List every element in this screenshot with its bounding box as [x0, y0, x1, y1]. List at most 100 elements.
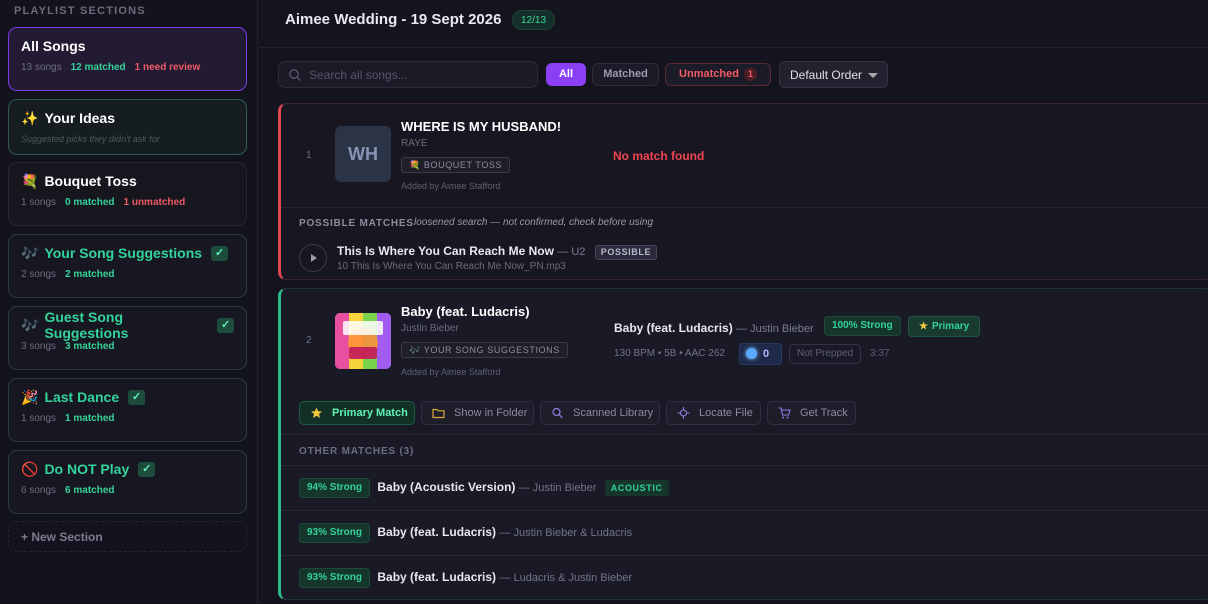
other-match-row[interactable]: 93% Strong Baby (feat. Ludacris) — Justi…	[299, 523, 632, 543]
added-by: Added by Aimee Stafford	[401, 181, 501, 191]
match-strength-badge: 93% Strong	[299, 568, 371, 588]
search-input[interactable]	[309, 65, 529, 85]
other-match-title: Baby (Acoustic Version)	[377, 480, 516, 495]
play-button[interactable]	[299, 244, 327, 272]
new-section-button[interactable]: + New Section	[8, 521, 247, 552]
section-your-ideas[interactable]: ✨ Your Ideas Suggested picks they didn't…	[8, 99, 247, 155]
section-tag: 💐 BOUQUET TOSS	[401, 157, 511, 173]
music-icon: 🎶	[21, 316, 39, 333]
party-icon: 🎉	[21, 388, 39, 405]
filter-unmatched-button[interactable]: Unmatched 1	[665, 63, 771, 86]
unmatched-count-badge: 1	[743, 68, 757, 81]
track-duration: 3:37	[870, 348, 890, 359]
scanned-library-button[interactable]: Scanned Library	[540, 401, 660, 425]
other-match-artist: — Ludacris & Justin Bieber	[499, 572, 633, 585]
primary-match-label: Primary Match	[332, 407, 408, 419]
cue-count: 0	[763, 348, 770, 360]
song-count: 3 songs	[21, 341, 57, 352]
song-card-unmatched[interactable]: 1 WH WHERE IS MY HUSBAND! RAYE 💐 BOUQUET…	[278, 103, 1208, 280]
sidebar-header: PLAYLIST SECTIONS	[14, 5, 146, 17]
section-bouquet-toss[interactable]: 💐 Bouquet Toss 1 songs 0 matched 1 unmat…	[8, 162, 247, 226]
show-in-folder-button[interactable]: Show in Folder	[421, 401, 534, 425]
album-art	[335, 313, 391, 369]
primary-label: Primary	[931, 321, 970, 332]
matched-count: 2 matched	[65, 269, 115, 280]
matched-title: Baby (feat. Ludacris)	[614, 321, 733, 335]
star-icon	[311, 407, 322, 418]
cue-icon	[746, 348, 757, 359]
possible-file-name: 10 This Is Where You Can Reach Me Now_PN…	[337, 261, 566, 272]
check-icon: ✓	[138, 461, 156, 477]
prohibited-icon: 🚫	[21, 460, 39, 477]
section-tag: 🎶 YOUR SONG SUGGESTIONS	[401, 342, 568, 358]
divider	[281, 434, 1208, 435]
section-title: Your Ideas	[44, 110, 115, 126]
song-count: 6 songs	[21, 485, 57, 496]
other-match-artist: — Justin Bieber & Ludacris	[499, 527, 633, 540]
locate-file-label: Locate File	[699, 407, 753, 419]
folder-icon	[432, 408, 445, 419]
cart-icon	[779, 407, 791, 419]
section-guest-song-suggestions[interactable]: 🎶 Guest Song Suggestions ✓ 3 songs 3 mat…	[8, 306, 247, 370]
song-count: 2 songs	[21, 269, 57, 280]
get-track-button[interactable]: Get Track	[767, 401, 856, 425]
filter-matched-button[interactable]: Matched	[592, 63, 659, 86]
section-your-song-suggestions[interactable]: 🎶 Your Song Suggestions ✓ 2 songs 2 matc…	[8, 234, 247, 298]
song-count: 13 songs	[21, 62, 62, 73]
possible-matches-header: POSSIBLE MATCHES	[299, 218, 414, 229]
match-strength-badge: 93% Strong	[299, 523, 371, 543]
prep-status-badge: Not Prepped	[789, 344, 862, 364]
section-title: Guest Song Suggestions	[44, 309, 129, 341]
primary-match-button[interactable]: Primary Match	[299, 401, 415, 425]
section-title: Bouquet Toss	[44, 173, 137, 189]
locate-file-button[interactable]: Locate File	[666, 401, 761, 425]
review-count: 1 need review	[134, 62, 201, 73]
section-do-not-play[interactable]: 🚫 Do NOT Play ✓ 6 songs 6 matched	[8, 450, 247, 514]
song-card-matched[interactable]: 2 Baby (feat. Ludacris) Justin Bieber 🎶 …	[278, 288, 1208, 600]
show-in-folder-label: Show in Folder	[454, 407, 528, 419]
section-title: All Songs	[21, 38, 86, 54]
row-number: 2	[306, 335, 312, 346]
row-number: 1	[306, 150, 312, 161]
check-icon: ✓	[128, 389, 146, 405]
song-title: Baby (feat. Ludacris)	[401, 304, 530, 319]
divider	[281, 207, 1208, 208]
section-title: Your Song Suggestions	[44, 245, 203, 261]
sidebar: PLAYLIST SECTIONS All Songs 13 songs 12 …	[0, 0, 258, 604]
song-count: 1 songs	[21, 197, 57, 208]
get-track-label: Get Track	[800, 407, 848, 419]
version-badge: ACOUSTIC	[604, 480, 669, 496]
search-box[interactable]	[278, 61, 538, 88]
track-meta: 130 BPM • 5B • AAC 262	[614, 348, 725, 359]
check-icon: ✓	[217, 317, 234, 333]
scanned-library-label: Scanned Library	[573, 407, 654, 419]
match-status: No match found	[613, 149, 705, 163]
divider	[281, 510, 1208, 511]
match-count-badge: 12/13	[512, 10, 556, 30]
play-icon	[311, 254, 317, 262]
matched-count: 6 matched	[65, 485, 115, 496]
primary-badge[interactable]: ★ Primary	[908, 316, 981, 337]
other-match-artist: — Justin Bieber	[518, 482, 597, 495]
cue-count-badge: 0	[739, 343, 782, 365]
section-all-songs[interactable]: All Songs 13 songs 12 matched 1 need rev…	[8, 27, 247, 91]
section-last-dance[interactable]: 🎉 Last Dance ✓ 1 songs 1 matched	[8, 378, 247, 442]
section-subtitle: Suggested picks they didn't ask for	[21, 134, 160, 144]
filter-all-button[interactable]: All	[546, 63, 586, 86]
song-count: 1 songs	[21, 413, 57, 424]
order-select[interactable]: Default Order	[779, 61, 888, 88]
topbar: Aimee Wedding - 19 Sept 2026 12/13	[259, 0, 1208, 48]
matched-count: 1 matched	[65, 413, 115, 424]
album-art-placeholder: WH	[335, 126, 391, 182]
other-match-row[interactable]: 94% Strong Baby (Acoustic Version) — Jus…	[299, 478, 669, 498]
other-matches-header: OTHER MATCHES (3)	[299, 446, 415, 457]
other-match-row[interactable]: 93% Strong Baby (feat. Ludacris) — Ludac…	[299, 568, 632, 588]
possible-matches-note: loosened search — not confirmed, check b…	[414, 217, 654, 228]
other-match-title: Baby (feat. Ludacris)	[377, 570, 497, 585]
match-strength-badge: 100% Strong	[824, 316, 901, 336]
chevron-down-icon	[868, 73, 878, 78]
search-icon	[552, 407, 563, 419]
order-select-value: Default Order	[790, 68, 863, 82]
check-icon: ✓	[211, 245, 229, 261]
page-title: Aimee Wedding - 19 Sept 2026	[285, 11, 502, 28]
